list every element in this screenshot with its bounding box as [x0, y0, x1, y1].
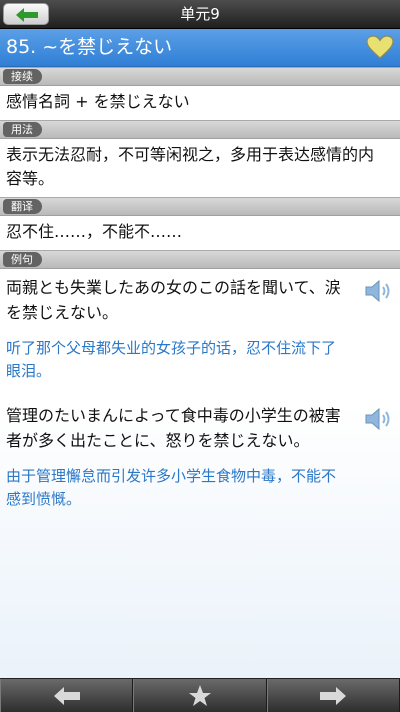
- entry-title: 85. ~を禁じえない: [6, 36, 173, 58]
- bottom-toolbar: [0, 678, 400, 712]
- example-japanese: 管理のたいまんによって食中毒の小学生の被害者が多く出たことに、怒りを禁じえない。: [6, 406, 341, 450]
- next-button[interactable]: [266, 679, 400, 712]
- section-label: 用法: [3, 122, 42, 137]
- example-item: 両親とも失業したあの女のこの話を聞いて、涙を禁じえない。: [0, 269, 400, 329]
- section-header-usage: 用法: [0, 120, 400, 139]
- app-title: 单元9: [180, 5, 220, 23]
- example-chinese: 听了那个父母都失业的女孩子的话，忍不住流下了眼泪。: [6, 339, 337, 380]
- section-header-examples: 例句: [0, 250, 400, 269]
- previous-button[interactable]: [0, 679, 134, 712]
- speaker-icon[interactable]: [364, 279, 394, 303]
- section-label: 例句: [3, 252, 42, 267]
- star-icon: [188, 684, 211, 706]
- connection-text: 感情名詞 + を禁じえない: [6, 92, 190, 111]
- example-chinese: 由于管理懈怠而引发许多小学生食物中毒，不能不感到愤慨。: [6, 467, 337, 508]
- content-area: 接续 感情名詞 + を禁じえない 用法 表示无法忍耐，不可等闲视之，多用于表达感…: [0, 67, 400, 678]
- right-arrow-icon: [320, 686, 347, 705]
- usage-text: 表示无法忍耐，不可等闲视之，多用于表达感情的内容等。: [6, 145, 375, 188]
- example-item: 管理のたいまんによって食中毒の小学生の被害者が多く出たことに、怒りを禁じえない。: [0, 397, 400, 457]
- title-bar: 单元9: [0, 0, 400, 29]
- example-japanese: 両親とも失業したあの女のこの話を聞いて、涙を禁じえない。: [6, 278, 341, 322]
- translation-text: 忍不住……，不能不……: [6, 222, 183, 241]
- left-arrow-icon: [53, 686, 80, 705]
- section-header-translation: 翻译: [0, 197, 400, 216]
- section-label: 接续: [3, 69, 42, 84]
- speaker-icon[interactable]: [364, 407, 394, 431]
- heart-icon[interactable]: [366, 35, 394, 59]
- entry-header: 85. ~を禁じえない: [0, 29, 400, 67]
- section-label: 翻译: [3, 199, 42, 214]
- favorite-star-button[interactable]: [133, 679, 267, 712]
- section-header-connection: 接续: [0, 67, 400, 86]
